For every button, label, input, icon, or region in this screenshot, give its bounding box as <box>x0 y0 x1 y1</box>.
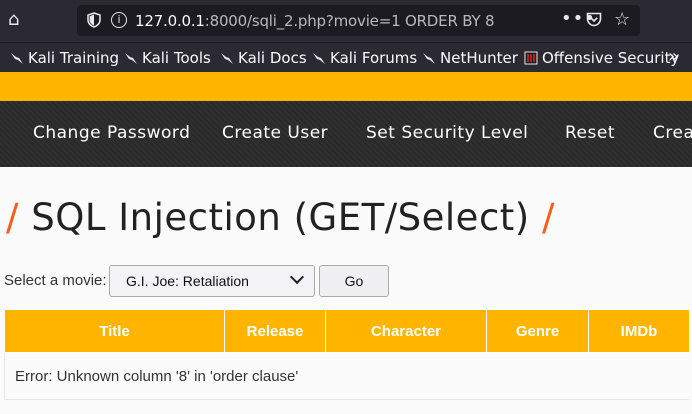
bookmarks-toolbar: Kali Training Kali Tools Kali Docs Kali … <box>0 42 692 73</box>
bookmark-label: Kali Training <box>28 49 120 67</box>
movie-select-label: Select a movie: <box>4 272 107 289</box>
kali-dragon-icon <box>221 53 233 64</box>
offensive-security-icon <box>524 51 538 65</box>
movie-select-value: G.I. Joe: Retaliation <box>126 273 249 289</box>
site-info-icon[interactable]: i <box>111 12 127 28</box>
bookmark-label: Kali Docs <box>238 49 307 67</box>
kali-dragon-icon <box>125 53 137 64</box>
browser-toolbar: ⌂ i 127.0.0.1:8000/sqli_2.php?movie=1 OR… <box>0 0 692 42</box>
menu-item-create[interactable]: Crea <box>653 123 692 143</box>
url-host: 127.0.0.1 <box>135 12 205 30</box>
page-title-text: SQL Injection (GET/Select) <box>31 196 530 239</box>
kali-dragon-icon <box>423 53 435 64</box>
bookmark-star-icon[interactable]: ☆ <box>614 9 630 30</box>
table-row: Error: Unknown column '8' in 'order clau… <box>4 352 690 400</box>
bookmarks-overflow-icon[interactable]: » <box>668 46 679 67</box>
kali-dragon-icon <box>11 53 23 64</box>
column-header-title: Title <box>4 309 225 353</box>
bookmark-kali-tools[interactable]: Kali Tools <box>124 49 211 67</box>
bookmark-kali-forums[interactable]: Kali Forums <box>312 49 417 67</box>
error-message: Error: Unknown column '8' in 'order clau… <box>4 352 690 400</box>
title-slash-left: / <box>6 196 19 239</box>
bookmark-kali-docs[interactable]: Kali Docs <box>220 49 307 67</box>
pocket-icon[interactable] <box>586 12 602 27</box>
column-header-imdb: IMDb <box>588 309 690 353</box>
home-icon[interactable]: ⌂ <box>8 9 19 30</box>
bookmark-offensive-security[interactable]: Offensive Security <box>524 49 679 67</box>
bookmark-nethunter[interactable]: NetHunter <box>422 49 518 67</box>
menu-item-create-user[interactable]: Create User <box>222 123 328 143</box>
column-header-character: Character <box>325 309 487 353</box>
address-bar[interactable]: i 127.0.0.1:8000/sqli_2.php?movie=1 ORDE… <box>77 5 640 36</box>
page-title: / SQL Injection (GET/Select) / <box>6 196 555 239</box>
go-button[interactable]: Go <box>319 265 389 297</box>
kali-dragon-icon <box>313 53 325 64</box>
bookmark-label: Kali Forums <box>330 49 418 67</box>
menu-item-change-password[interactable]: Change Password <box>33 123 190 143</box>
url-path: :8000/sqli_2.php?movie=1 ORDER BY 8 <box>204 12 495 30</box>
results-table: Title Release Character Genre IMDb Error… <box>4 309 690 400</box>
bookmark-label: Offensive Security <box>542 49 680 67</box>
main-menu: Change Password Create User Set Security… <box>0 101 692 167</box>
url-text[interactable]: 127.0.0.1:8000/sqli_2.php?movie=1 ORDER … <box>135 12 495 30</box>
bookmark-label: NetHunter <box>440 49 518 67</box>
column-header-release: Release <box>224 309 326 353</box>
menu-item-set-security-level[interactable]: Set Security Level <box>366 123 528 143</box>
movie-select[interactable]: G.I. Joe: Retaliation <box>109 265 315 297</box>
header-accent-bar <box>0 72 692 101</box>
menu-item-reset[interactable]: Reset <box>565 123 615 143</box>
column-header-genre: Genre <box>486 309 589 353</box>
table-header-row: Title Release Character Genre IMDb <box>4 309 690 353</box>
bookmark-label: Kali Tools <box>142 49 211 67</box>
tracking-shield-icon[interactable] <box>87 12 101 28</box>
chevron-down-icon <box>289 269 305 285</box>
title-slash-right: / <box>542 196 555 239</box>
bookmark-kali-training[interactable]: Kali Training <box>10 49 119 67</box>
